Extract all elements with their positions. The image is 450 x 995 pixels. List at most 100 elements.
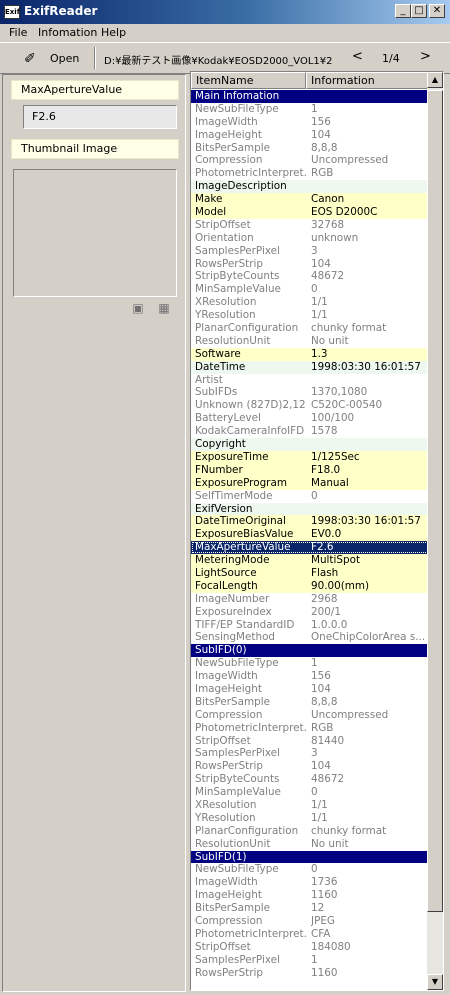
thumbnail-label: Thumbnail Image [11, 139, 179, 159]
table-row[interactable]: SamplesPerPixel 3 [191, 245, 429, 258]
close-icon[interactable]: ✕ [429, 4, 445, 18]
item-value: chunky format [311, 824, 387, 837]
table-row[interactable]: NewSubFileType 0 [191, 863, 429, 876]
exif-list[interactable]: ItemName Information Main Infomation NewS… [190, 71, 444, 991]
table-row[interactable]: ImageHeight 1160 [191, 889, 429, 902]
table-row[interactable]: NewSubFileType 1 [191, 657, 429, 670]
table-row[interactable]: ExposureBiasValue EV0.0 [191, 528, 429, 542]
table-row[interactable]: StripOffset 81440 [191, 735, 429, 748]
item-name: PlanarConfiguration [195, 824, 299, 837]
table-row[interactable]: Compression Uncompressed [191, 154, 429, 167]
menu-infomation[interactable]: Infomation [38, 26, 97, 39]
table-row[interactable]: FNumber F18.0 [191, 463, 429, 477]
section-header-row[interactable]: SubIFD(1) [191, 850, 429, 864]
table-row[interactable]: SamplesPerPixel 1 [191, 954, 429, 967]
table-row[interactable]: YResolution 1/1 [191, 812, 429, 825]
table-row[interactable]: PlanarConfiguration chunky format [191, 825, 429, 838]
table-row[interactable]: Software 1.3 [191, 347, 429, 361]
table-row[interactable]: SensingMethod OneChipColorArea s... [191, 631, 429, 644]
table-row[interactable]: ImageNumber 2968 [191, 593, 429, 606]
table-row[interactable]: FocalLength 90.00(mm) [191, 579, 429, 593]
table-row[interactable]: ImageHeight 104 [191, 683, 429, 696]
item-value: No unit [311, 334, 349, 347]
table-row[interactable]: ExposureTime 1/125Sec [191, 450, 429, 464]
table-row[interactable]: KodakCameraInfoIFD 1578 [191, 425, 429, 438]
scroll-down-icon[interactable]: ▼ [427, 974, 443, 990]
table-row[interactable]: Copyright [191, 438, 429, 451]
table-row[interactable]: BitsPerSample 8,8,8 [191, 142, 429, 155]
save-icon[interactable]: ▣ [131, 301, 145, 315]
table-row[interactable]: ExifVersion [191, 502, 429, 516]
table-row[interactable]: PhotometricInterpret... RGB [191, 722, 429, 735]
table-row[interactable]: StripByteCounts 48672 [191, 270, 429, 283]
item-value: 81440 [311, 734, 345, 747]
table-row[interactable]: ImageWidth 1736 [191, 876, 429, 889]
item-value: CFA [311, 927, 331, 940]
item-name: BitsPerSample [195, 902, 271, 915]
item-name: NewSubFileType [195, 657, 279, 670]
previous-button[interactable]: < [352, 49, 363, 64]
table-row[interactable]: PlanarConfiguration chunky format [191, 322, 429, 335]
copy-icon[interactable]: ▦ [157, 301, 171, 315]
table-row[interactable]: TIFF/EP StandardID 1.0.0.0 [191, 619, 429, 632]
table-row[interactable]: NewSubFileType 1 [191, 103, 429, 116]
item-value: 184080 [311, 940, 351, 953]
table-row[interactable]: StripOffset 32768 [191, 219, 429, 232]
item-name: ImageWidth [195, 115, 258, 128]
item-value: Uncompressed [311, 708, 389, 721]
table-row[interactable]: ImageWidth 156 [191, 670, 429, 683]
table-row[interactable]: ResolutionUnit No unit [191, 335, 429, 348]
table-row[interactable]: ImageDescription [191, 180, 429, 194]
table-row[interactable]: MaxApertureValue F2.6 [191, 541, 429, 555]
table-row[interactable]: StripByteCounts 48672 [191, 773, 429, 786]
table-row[interactable]: ResolutionUnit No unit [191, 838, 429, 851]
item-name: SelfTimerMode [195, 489, 273, 502]
table-row[interactable]: PhotometricInterpret... RGB [191, 167, 429, 180]
table-row[interactable]: Unknown (827D)2,12 C520C-00540 [191, 399, 429, 412]
vertical-scrollbar[interactable]: ▲ ▼ [427, 72, 443, 990]
column-header-information[interactable]: Information [306, 72, 429, 89]
table-row[interactable]: Compression JPEG [191, 915, 429, 928]
table-row[interactable]: DateTimeOriginal 1998:03:30 16:01:57 [191, 515, 429, 529]
section-header-row[interactable]: SubIFD(0) [191, 644, 429, 658]
table-row[interactable]: Orientation unknown [191, 232, 429, 245]
table-row[interactable]: Artist [191, 374, 429, 387]
minimize-icon[interactable]: _ [395, 4, 411, 18]
menu-help[interactable]: Help [101, 26, 126, 39]
table-row[interactable]: YResolution 1/1 [191, 309, 429, 322]
table-row[interactable]: SelfTimerMode 0 [191, 490, 429, 503]
scroll-thumb[interactable] [427, 90, 443, 912]
table-row[interactable]: SamplesPerPixel 3 [191, 747, 429, 760]
open-button[interactable]: ✐ Open [20, 49, 90, 69]
section-header-row[interactable]: Main Infomation [191, 90, 429, 103]
table-row[interactable]: StripOffset 184080 [191, 941, 429, 954]
table-row[interactable]: LightSource Flash [191, 566, 429, 580]
table-row[interactable]: BitsPerSample 12 [191, 902, 429, 915]
table-row[interactable]: Model EOS D2000C [191, 206, 429, 219]
column-header-itemname[interactable]: ItemName [191, 72, 306, 89]
table-row[interactable]: MeteringMode MultiSpot [191, 554, 429, 567]
table-row[interactable]: MinSampleValue 0 [191, 786, 429, 799]
scroll-up-icon[interactable]: ▲ [427, 72, 443, 88]
table-row[interactable]: Compression Uncompressed [191, 709, 429, 722]
table-row[interactable]: PhotometricInterpret... CFA [191, 928, 429, 941]
table-row[interactable]: DateTime 1998:03:30 16:01:57 [191, 360, 429, 374]
menu-file[interactable]: File [9, 26, 27, 39]
table-row[interactable]: SubIFDs 1370,1080 [191, 386, 429, 399]
table-row[interactable]: ImageWidth 156 [191, 116, 429, 129]
maximize-icon[interactable]: □ [411, 4, 427, 18]
table-row[interactable]: ExposureProgram Manual [191, 476, 429, 490]
table-row[interactable]: ExposureIndex 200/1 [191, 606, 429, 619]
next-button[interactable]: > [420, 49, 431, 64]
item-name: Compression [195, 154, 263, 167]
table-row[interactable]: XResolution 1/1 [191, 799, 429, 812]
table-row[interactable]: Make Canon [191, 193, 429, 207]
table-row[interactable]: RowsPerStrip 104 [191, 258, 429, 271]
table-row[interactable]: RowsPerStrip 104 [191, 760, 429, 773]
table-row[interactable]: BatteryLevel 100/100 [191, 412, 429, 425]
table-row[interactable]: RowsPerStrip 1160 [191, 967, 429, 980]
table-row[interactable]: ImageHeight 104 [191, 129, 429, 142]
table-row[interactable]: BitsPerSample 8,8,8 [191, 696, 429, 709]
table-row[interactable]: MinSampleValue 0 [191, 283, 429, 296]
table-row[interactable]: XResolution 1/1 [191, 296, 429, 309]
